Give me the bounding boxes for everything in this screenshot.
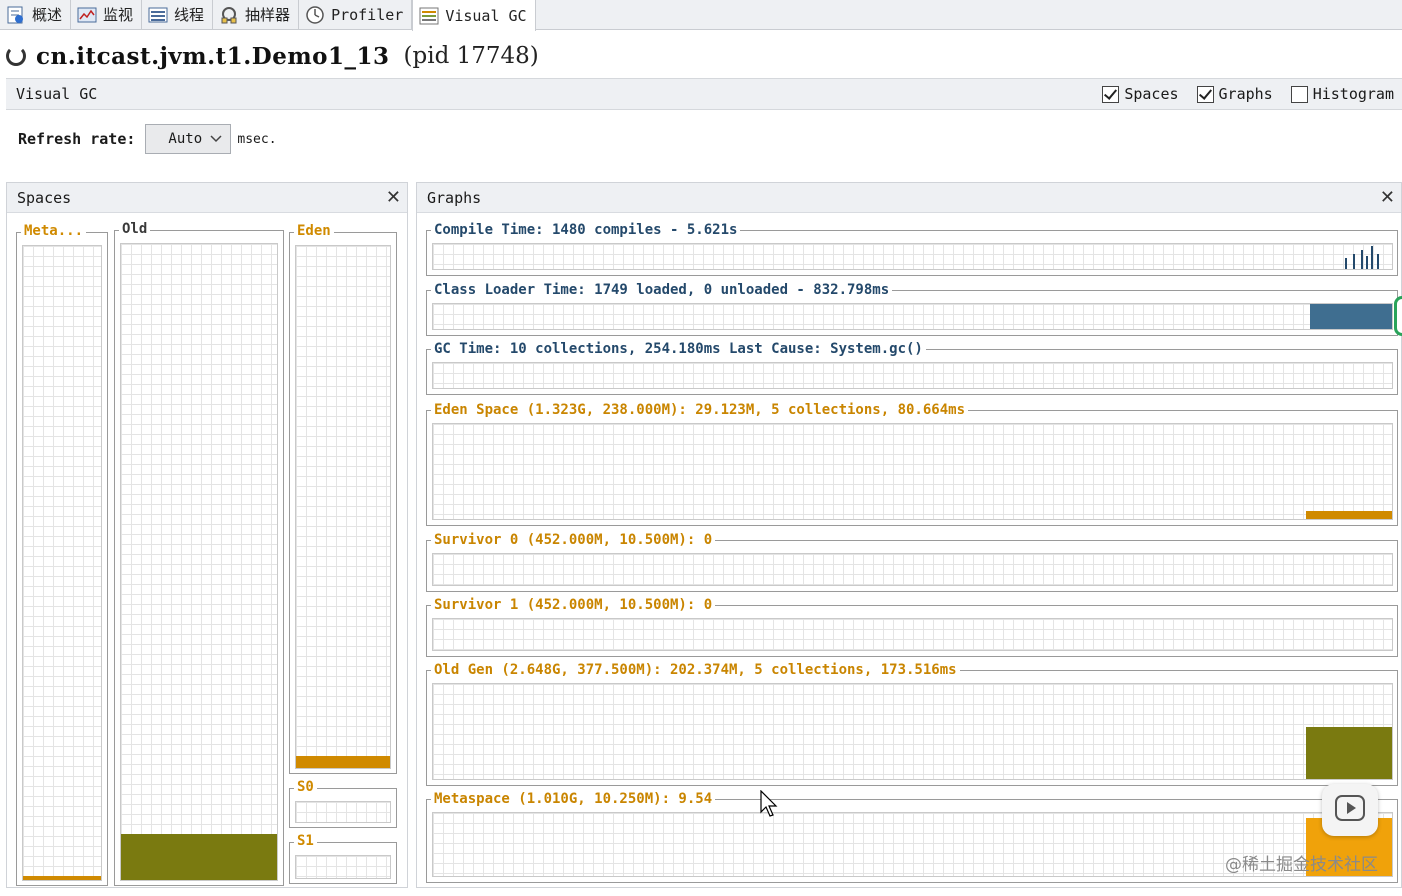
application-pid: (pid 17748) bbox=[403, 43, 539, 69]
s0-space: S0 bbox=[289, 778, 397, 828]
s1-space: S1 bbox=[289, 832, 397, 884]
spaces-close-icon[interactable]: ✕ bbox=[386, 187, 401, 208]
metaspace-label: Meta... bbox=[21, 222, 87, 240]
tab-sampler-label: 抽样器 bbox=[245, 6, 291, 24]
tab-monitor-label: 监视 bbox=[103, 6, 134, 24]
gc-time-graph: GC Time: 10 collections, 254.180ms Last … bbox=[426, 340, 1398, 395]
graphs-panel-title: Graphs bbox=[427, 188, 482, 207]
graphs-checkbox-label: Graphs bbox=[1218, 85, 1273, 103]
mouse-cursor-icon bbox=[760, 789, 778, 822]
gc-time-label: GC Time: 10 collections, 254.180ms Last … bbox=[431, 340, 926, 358]
refresh-rate-select[interactable]: Auto bbox=[145, 124, 232, 154]
spaces-checkbox-label: Spaces bbox=[1124, 85, 1179, 103]
compile-time-plot bbox=[432, 243, 1393, 270]
eden-label: Eden bbox=[294, 222, 334, 240]
play-button[interactable] bbox=[1322, 784, 1378, 836]
spaces-panel-header: Spaces ✕ bbox=[7, 183, 407, 213]
tab-monitor[interactable]: 监视 bbox=[71, 0, 143, 29]
tab-visual-gc-label: Visual GC bbox=[445, 6, 527, 25]
metaspace-space: Meta... bbox=[16, 222, 108, 886]
spaces-check-icon[interactable] bbox=[1102, 85, 1120, 103]
old-gen-plot bbox=[432, 683, 1393, 780]
compile-time-spikes bbox=[1345, 246, 1379, 269]
tab-overview-label: 概述 bbox=[32, 6, 63, 24]
histogram-checkbox-label: Histogram bbox=[1312, 85, 1394, 103]
survivor-0-plot bbox=[432, 553, 1393, 586]
old-space: Old bbox=[114, 220, 284, 886]
eden-space-graph-label: Eden Space (1.323G, 238.000M): 29.123M, … bbox=[431, 401, 969, 419]
old-gen-graph-label: Old Gen (2.648G, 377.500M): 202.374M, 5 … bbox=[431, 661, 960, 679]
monitor-icon bbox=[77, 6, 97, 24]
application-title-bar: cn.itcast.jvm.t1.Demo1_13 (pid 17748) bbox=[0, 36, 539, 76]
sampler-icon bbox=[219, 6, 239, 24]
tab-threads[interactable]: 线程 bbox=[142, 0, 214, 29]
profiler-icon bbox=[305, 5, 325, 24]
visualgc-icon bbox=[419, 7, 439, 25]
overview-icon bbox=[6, 6, 26, 24]
class-loader-fill bbox=[1310, 304, 1392, 329]
graphs-checkbox[interactable]: Graphs bbox=[1196, 85, 1273, 103]
eden-grid bbox=[295, 245, 391, 769]
survivor-1-graph-label: Survivor 1 (452.000M, 10.500M): 0 bbox=[431, 596, 716, 614]
class-loader-label: Class Loader Time: 1749 loaded, 0 unload… bbox=[431, 281, 893, 299]
tab-visual-gc[interactable]: Visual GC bbox=[412, 0, 536, 31]
tab-overview[interactable]: 概述 bbox=[0, 0, 72, 29]
class-loader-plot bbox=[432, 303, 1393, 330]
histogram-check-icon[interactable] bbox=[1290, 85, 1308, 103]
threads-icon bbox=[148, 6, 168, 24]
graphs-check-icon[interactable] bbox=[1196, 85, 1214, 103]
compile-time-graph: Compile Time: 1480 compiles - 5.621s bbox=[426, 221, 1398, 276]
metaspace-fill bbox=[23, 876, 101, 880]
metaspace-graph-label: Metaspace (1.010G, 10.250M): 9.54 bbox=[431, 790, 716, 808]
plugin-title: Visual GC bbox=[16, 85, 98, 103]
s1-label: S1 bbox=[294, 832, 317, 850]
compile-time-label: Compile Time: 1480 compiles - 5.621s bbox=[431, 221, 741, 239]
old-gen-graph: Old Gen (2.648G, 377.500M): 202.374M, 5 … bbox=[426, 661, 1398, 786]
survivor-0-graph: Survivor 0 (452.000M, 10.500M): 0 bbox=[426, 531, 1398, 592]
class-loader-graph: Class Loader Time: 1749 loaded, 0 unload… bbox=[426, 281, 1398, 336]
old-gen-fill bbox=[1306, 727, 1392, 779]
loading-spinner-icon bbox=[6, 46, 26, 66]
chevron-down-icon bbox=[210, 131, 222, 147]
visual-gc-header: Visual GC Spaces Graphs Histogram bbox=[6, 78, 1402, 110]
s1-grid bbox=[295, 855, 391, 879]
gc-time-plot bbox=[432, 362, 1393, 389]
histogram-checkbox[interactable]: Histogram bbox=[1290, 85, 1394, 103]
graphs-close-icon[interactable]: ✕ bbox=[1380, 187, 1395, 208]
play-icon bbox=[1335, 795, 1365, 825]
refresh-rate-unit: msec. bbox=[237, 131, 277, 147]
eden-space: Eden bbox=[289, 222, 397, 774]
eden-space-plot bbox=[432, 423, 1393, 520]
eden-space-graph: Eden Space (1.323G, 238.000M): 29.123M, … bbox=[426, 401, 1398, 526]
graphs-panel-header: Graphs ✕ bbox=[417, 183, 1401, 213]
s0-grid bbox=[295, 801, 391, 823]
spaces-checkbox[interactable]: Spaces bbox=[1102, 85, 1179, 103]
refresh-rate-label: Refresh rate: bbox=[18, 130, 136, 148]
eden-space-fill bbox=[1306, 511, 1392, 519]
watermark: @稀土掘金技术社区 bbox=[1225, 855, 1378, 875]
tab-threads-label: 线程 bbox=[174, 6, 205, 24]
survivor-1-plot bbox=[432, 618, 1393, 651]
metaspace-grid bbox=[22, 245, 102, 881]
tab-bar: 概述 监视 线程 抽样器 Profiler Visual GC bbox=[0, 0, 1402, 31]
tab-sampler[interactable]: 抽样器 bbox=[213, 0, 300, 29]
side-handle[interactable] bbox=[1394, 296, 1402, 336]
survivor-1-graph: Survivor 1 (452.000M, 10.500M): 0 bbox=[426, 596, 1398, 657]
tab-profiler-label: Profiler bbox=[331, 5, 404, 24]
s0-label: S0 bbox=[294, 778, 317, 796]
old-grid bbox=[120, 243, 278, 881]
eden-fill bbox=[296, 756, 390, 768]
spaces-panel-title: Spaces bbox=[17, 188, 72, 207]
refresh-rate-value: Auto bbox=[168, 131, 203, 147]
survivor-0-graph-label: Survivor 0 (452.000M, 10.500M): 0 bbox=[431, 531, 716, 549]
old-label: Old bbox=[119, 220, 151, 238]
application-title: cn.itcast.jvm.t1.Demo1_13 bbox=[36, 42, 390, 70]
refresh-rate-row: Refresh rate: Auto msec. bbox=[18, 124, 277, 154]
old-fill bbox=[121, 834, 277, 880]
tab-profiler[interactable]: Profiler bbox=[299, 0, 413, 29]
